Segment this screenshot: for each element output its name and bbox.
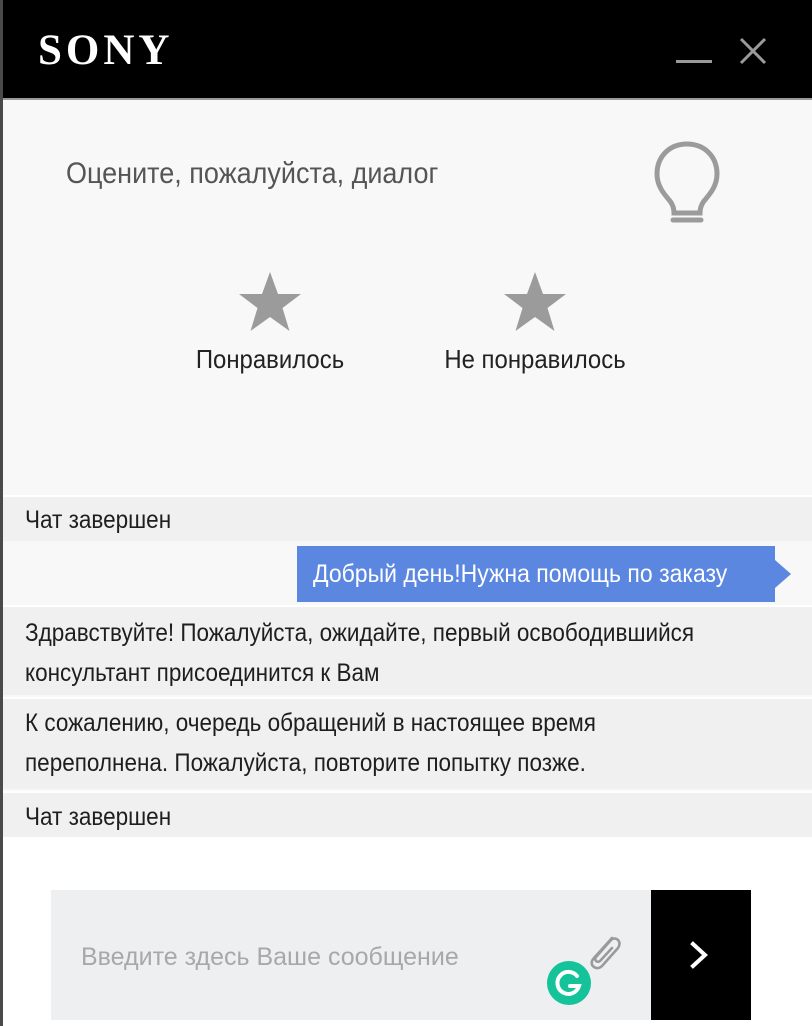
close-button[interactable]	[733, 28, 777, 72]
system-message-line: консультант присоединится к Вам	[25, 659, 380, 687]
chat-window: SONY Оцените, пожалуйста, диалог Понрави…	[0, 0, 812, 1026]
system-message: Чат завершен	[3, 495, 812, 541]
user-message-text: Добрый день!Нужна помощь по заказу	[313, 560, 728, 588]
system-message-line: Здравствуйте! Пожалуйста, ожидайте, перв…	[25, 619, 695, 647]
chevron-right-icon	[690, 941, 708, 969]
chat-header: SONY	[0, 0, 812, 100]
system-message: Чат завершен	[3, 791, 812, 837]
system-message-line: переполнена. Пожалуйста, повторите попыт…	[25, 749, 586, 777]
system-message-line: К сожалению, очередь обращений в настоящ…	[25, 709, 596, 737]
rate-dislike-button[interactable]: Не понравилось	[435, 270, 635, 390]
system-message-text: Чат завершен	[25, 506, 172, 534]
user-message-bubble: Добрый день!Нужна помощь по заказу	[297, 546, 791, 602]
rate-like-button[interactable]: Понравилось	[170, 270, 370, 390]
minimize-button[interactable]	[672, 28, 716, 72]
rating-title: Оцените, пожалуйста, диалог	[66, 157, 439, 190]
rate-like-label: Понравилось	[195, 344, 345, 374]
star-icon	[239, 272, 301, 331]
sony-logo: SONY	[38, 27, 174, 74]
user-message-row: Добрый день!Нужна помощь по заказу	[3, 541, 812, 605]
send-button[interactable]	[651, 890, 751, 1020]
system-message-text: Чат завершен	[25, 803, 172, 831]
rate-dislike-label: Не понравилось	[444, 344, 626, 374]
message-input[interactable]	[51, 890, 571, 990]
close-icon	[739, 37, 767, 65]
star-icon	[504, 272, 566, 331]
lightbulb-icon[interactable]	[652, 140, 722, 230]
system-message: Здравствуйте! Пожалуйста, ожидайте, перв…	[3, 605, 812, 695]
grammarly-icon[interactable]	[546, 960, 592, 1006]
system-message: К сожалению, очередь обращений в настоящ…	[3, 697, 812, 789]
